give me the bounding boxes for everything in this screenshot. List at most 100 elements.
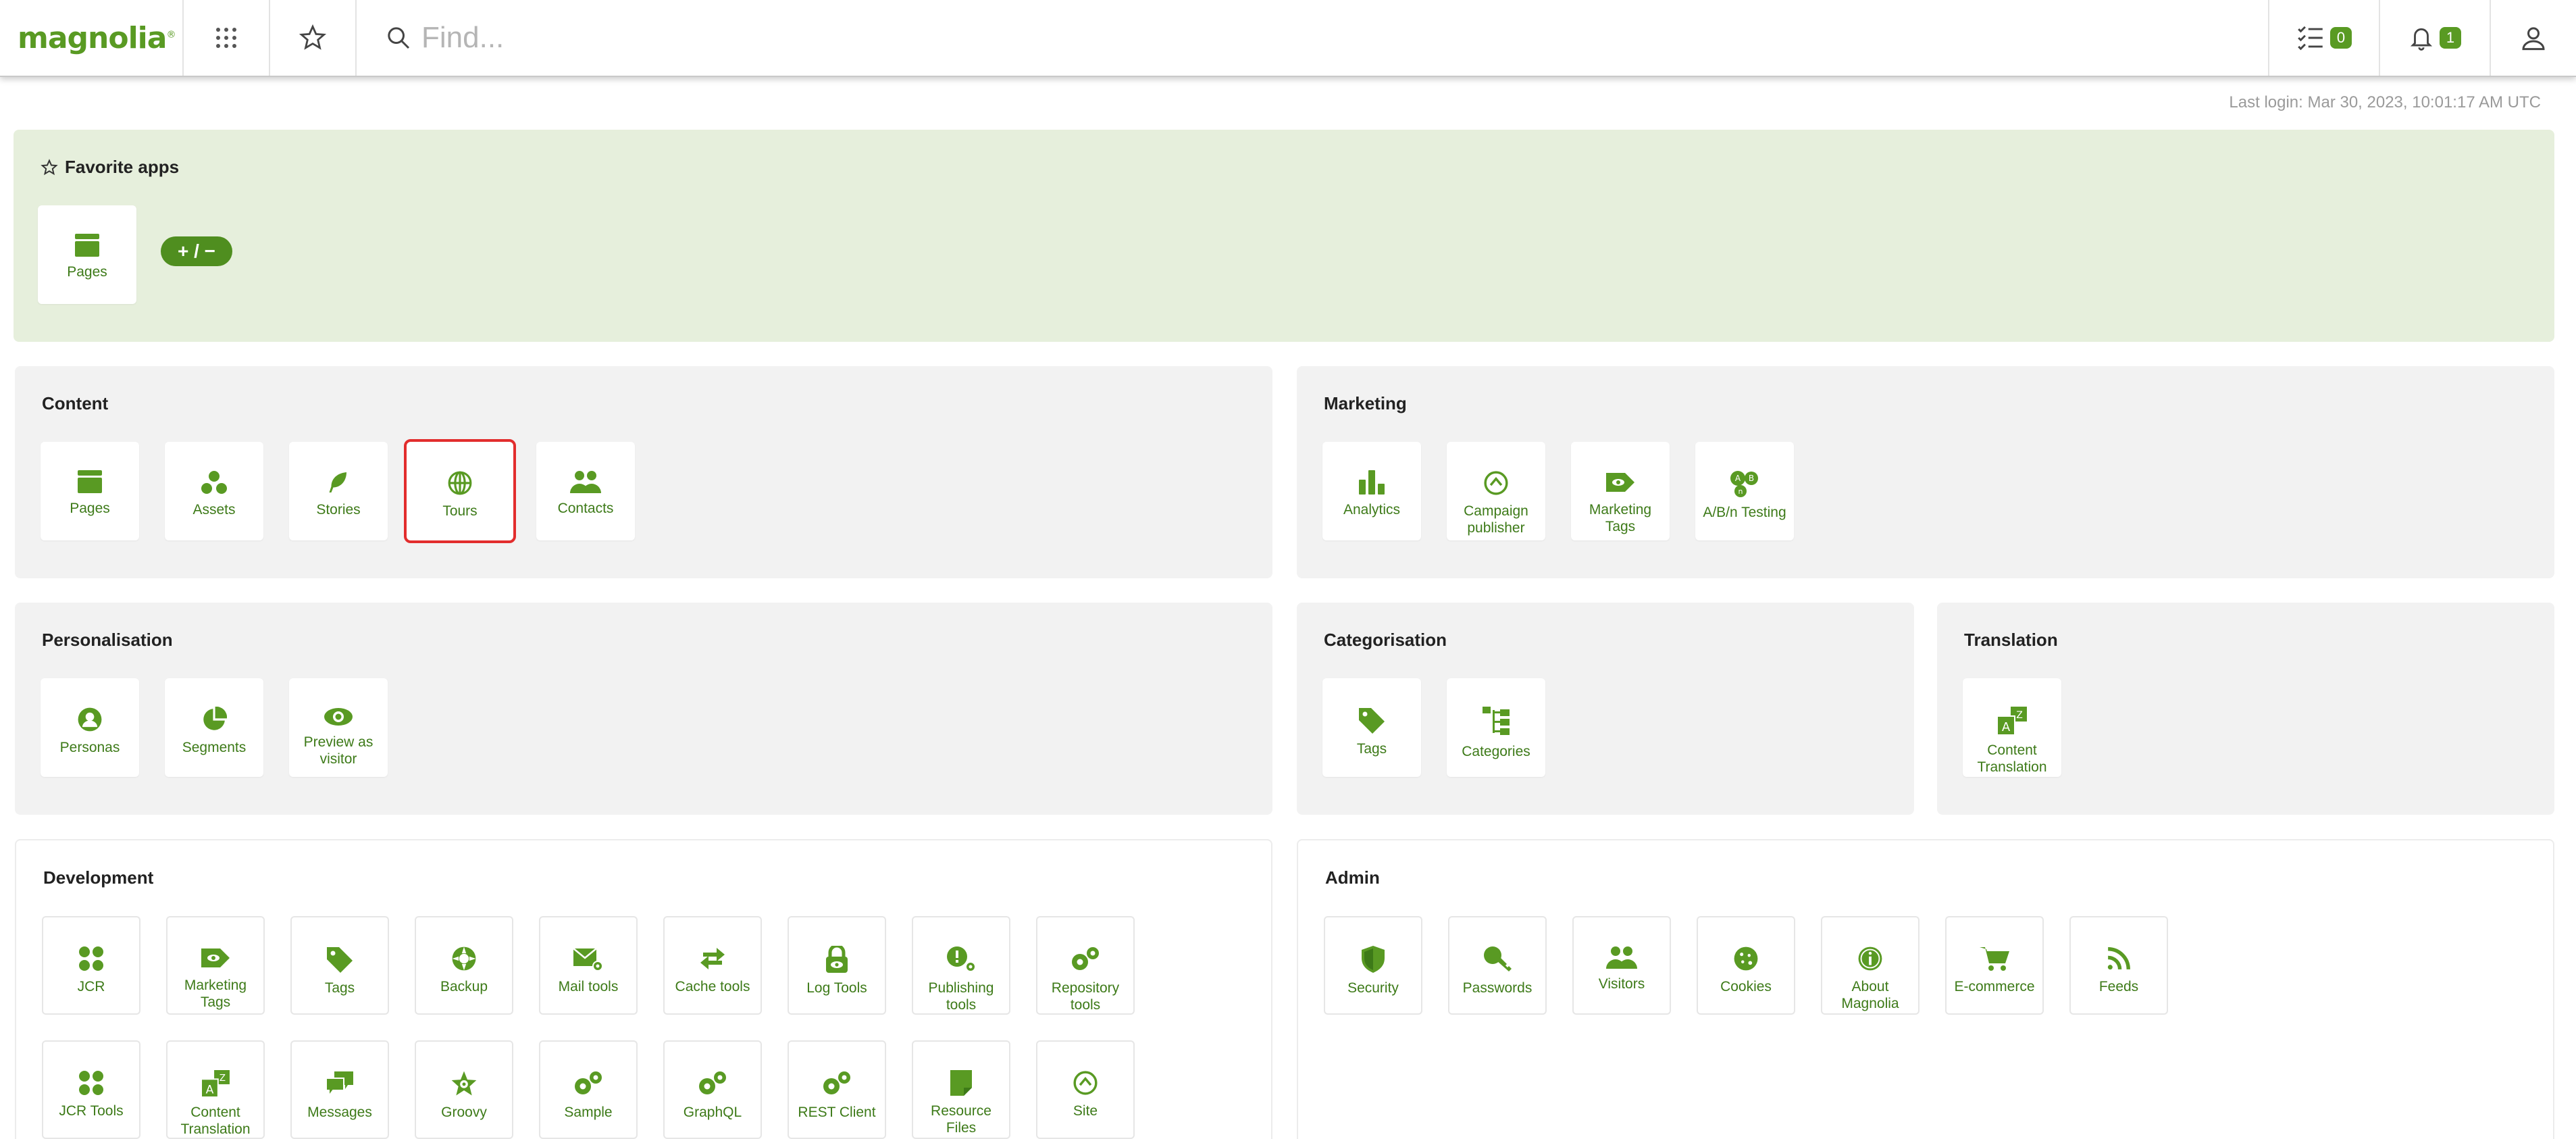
app-label: JCR <box>77 979 105 994</box>
app-tile-repository-tools[interactable]: Repository tools <box>1036 916 1135 1015</box>
tasks-count-badge: 0 <box>2329 27 2352 49</box>
tags-icon <box>327 947 353 973</box>
gears-icon <box>575 1071 602 1094</box>
edit-favorites-button[interactable]: + / − <box>161 236 232 266</box>
app-label: Pages <box>70 501 110 516</box>
svg-text:A: A <box>2002 720 2011 734</box>
app-tile-abn-testing[interactable]: ABn A/B/n Testing <box>1695 442 1794 540</box>
app-label: Cache tools <box>675 979 750 994</box>
app-tile-jcr-tools[interactable]: JCR Tools <box>42 1040 140 1139</box>
app-tile-mail-tools[interactable]: Mail tools <box>539 916 638 1015</box>
app-tile-graphql[interactable]: GraphQL <box>663 1040 762 1139</box>
app-tile-content-translation[interactable]: AZ Content Translation <box>166 1040 265 1139</box>
tag-eye-icon <box>201 948 230 967</box>
publishing-gear-icon <box>947 946 976 972</box>
svg-text:A: A <box>1735 474 1741 483</box>
app-launcher-button[interactable] <box>184 0 270 76</box>
gears-icon <box>1072 947 1099 970</box>
app-tile-personas[interactable]: Personas <box>41 678 139 777</box>
svg-text:Z: Z <box>220 1073 226 1084</box>
app-tile-groovy[interactable]: Groovy <box>415 1040 513 1139</box>
app-tile-campaign-publisher[interactable]: Campaign publisher <box>1447 442 1545 540</box>
app-tile-marketing-tags[interactable]: Marketing Tags <box>166 916 265 1015</box>
group-admin: Admin Security Passwords Visitors Cookie… <box>1297 839 2554 1139</box>
group-title: Admin <box>1325 867 1380 888</box>
campaign-icon <box>1484 471 1508 495</box>
grid-icon <box>216 28 236 48</box>
app-tile-e-commerce[interactable]: E-commerce <box>1945 916 2044 1015</box>
app-tile-passwords[interactable]: Passwords <box>1448 916 1547 1015</box>
app-tile-publishing-tools[interactable]: Publishing tools <box>912 916 1010 1015</box>
key-icon <box>1484 946 1512 971</box>
app-tile-tags[interactable]: Tags <box>290 916 389 1015</box>
app-tile-resource-files[interactable]: Resource Files <box>912 1040 1010 1139</box>
app-tile-about-magnolia[interactable]: About Magnolia <box>1821 916 1920 1015</box>
app-tile-log-tools[interactable]: Log Tools <box>788 916 886 1015</box>
translation-icon: AZ <box>201 1070 230 1097</box>
group-title: Categorisation <box>1324 630 1447 650</box>
gears-icon <box>699 1071 726 1094</box>
assets-icon <box>201 471 227 494</box>
search-input[interactable]: Find... <box>421 21 504 55</box>
app-tile-cache-tools[interactable]: Cache tools <box>663 916 762 1015</box>
rss-icon <box>2107 947 2130 970</box>
tasks-icon <box>2298 26 2323 51</box>
app-tile-assets[interactable]: Assets <box>165 442 263 540</box>
app-tile-tours[interactable]: Tours <box>404 439 516 543</box>
bar-chart-icon <box>1359 470 1385 495</box>
app-tile-categories[interactable]: Categories <box>1447 678 1545 777</box>
app-tile-contacts[interactable]: Contacts <box>536 442 635 540</box>
favorites-button[interactable] <box>270 0 357 76</box>
app-label: Stories <box>316 502 361 517</box>
app-tile-jcr[interactable]: JCR <box>42 916 140 1015</box>
logo[interactable]: magnolia® <box>0 0 184 76</box>
app-tile-stories[interactable]: Stories <box>289 442 388 540</box>
app-tile-pages[interactable]: Pages <box>38 205 136 304</box>
tag-eye-icon <box>1606 473 1634 492</box>
app-tile-backup[interactable]: Backup <box>415 916 513 1015</box>
tasks-button[interactable]: 0 <box>2268 0 2379 76</box>
app-label: REST Client <box>798 1105 876 1120</box>
last-login-text: Last login: Mar 30, 2023, 10:01:17 AM UT… <box>2229 93 2541 111</box>
app-tile-content-translation[interactable]: AZ Content Translation <box>1963 678 2061 777</box>
app-label: Assets <box>192 502 236 517</box>
app-label: Visitors <box>1598 976 1645 992</box>
star-icon <box>299 24 327 50</box>
app-tile-feeds[interactable]: Feeds <box>2069 916 2168 1015</box>
group-marketing: Marketing Analytics Campaign publisher M… <box>1297 366 2554 578</box>
user-menu-button[interactable] <box>2490 0 2576 76</box>
app-tile-visitors[interactable]: Visitors <box>1572 916 1671 1015</box>
group-categorisation: Categorisation Tags Categories <box>1297 603 1914 815</box>
app-label: Marketing Tags <box>184 978 247 1010</box>
app-label: About Magnolia <box>1841 979 1899 1011</box>
pages-icon <box>75 234 99 257</box>
app-tile-messages[interactable]: Messages <box>290 1040 389 1139</box>
app-tile-cookies[interactable]: Cookies <box>1697 916 1795 1015</box>
app-label: Preview as visitor <box>303 734 373 767</box>
search-bar[interactable]: Find... <box>357 0 2268 76</box>
app-tile-tags[interactable]: Tags <box>1322 678 1421 777</box>
app-label: Segments <box>182 740 247 755</box>
app-tile-preview-as-visitor[interactable]: Preview as visitor <box>289 678 388 777</box>
app-tile-rest-client[interactable]: REST Client <box>788 1040 886 1139</box>
pie-icon <box>203 707 227 730</box>
app-tile-analytics[interactable]: Analytics <box>1322 442 1421 540</box>
group-personalisation: Personalisation Personas Segments Previe… <box>15 603 1272 815</box>
groovy-star-icon <box>451 1071 477 1096</box>
app-tile-sample[interactable]: Sample <box>539 1040 638 1139</box>
app-label: Content Translation <box>180 1105 251 1137</box>
group-title: Personalisation <box>42 630 173 650</box>
gears-icon <box>823 1071 850 1094</box>
group-title: Marketing <box>1324 393 1407 413</box>
app-tile-security[interactable]: Security <box>1324 916 1422 1015</box>
jcr-icon <box>79 1071 103 1095</box>
app-tile-pages[interactable]: Pages <box>41 442 139 540</box>
app-label: Backup <box>440 979 488 994</box>
contacts-icon <box>570 471 601 493</box>
app-tile-site[interactable]: Site <box>1036 1040 1135 1139</box>
user-icon <box>2522 27 2545 51</box>
app-tile-segments[interactable]: Segments <box>165 678 263 777</box>
notifications-button[interactable]: 1 <box>2379 0 2490 76</box>
mail-gear-icon <box>573 948 603 971</box>
app-tile-marketing-tags[interactable]: Marketing Tags <box>1571 442 1670 540</box>
